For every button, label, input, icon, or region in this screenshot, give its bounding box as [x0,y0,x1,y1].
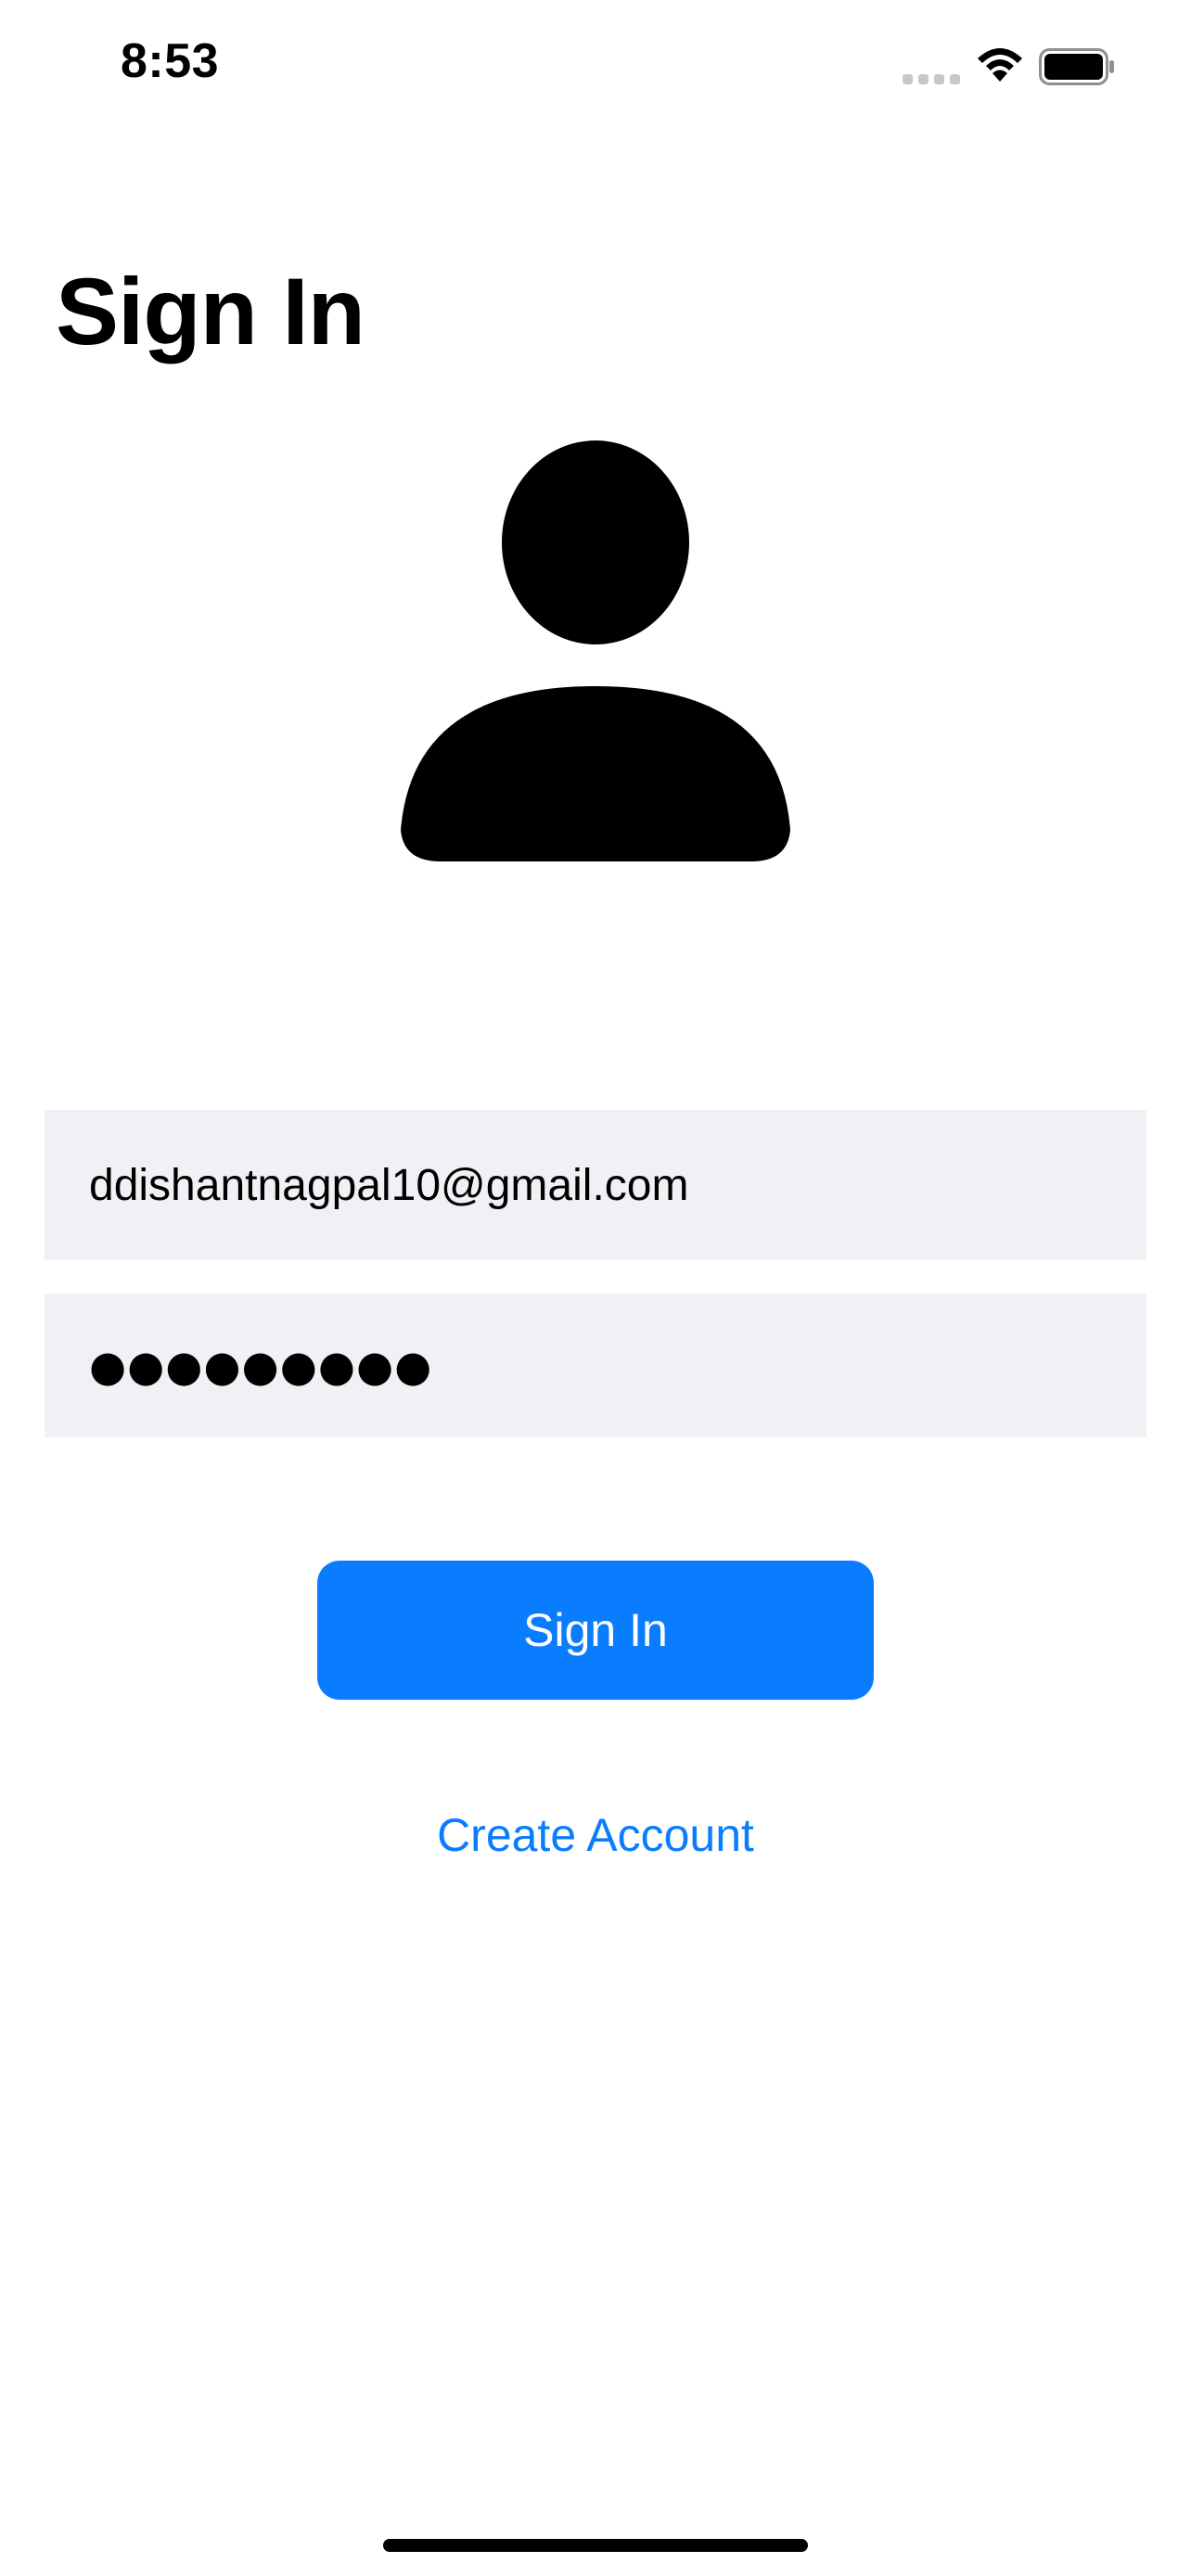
person-icon [401,440,790,861]
sign-in-button[interactable]: Sign In [317,1561,874,1700]
create-account-link[interactable]: Create Account [0,1808,1191,1862]
home-indicator [383,2539,808,2552]
battery-icon [1039,48,1114,85]
password-value: ●●●●●●●●● [89,1340,433,1391]
email-field[interactable]: ddishantnagpal10@gmail.com [45,1110,1146,1260]
status-time: 8:53 [121,34,220,88]
email-value: ddishantnagpal10@gmail.com [89,1160,689,1210]
cellular-signal-icon [903,74,960,85]
password-field[interactable]: ●●●●●●●●● [45,1294,1146,1437]
wifi-icon [978,48,1022,82]
status-bar: 8:53 [0,0,1191,139]
page-title: Sign In [56,259,365,364]
sign-in-button-label: Sign In [523,1604,668,1656]
